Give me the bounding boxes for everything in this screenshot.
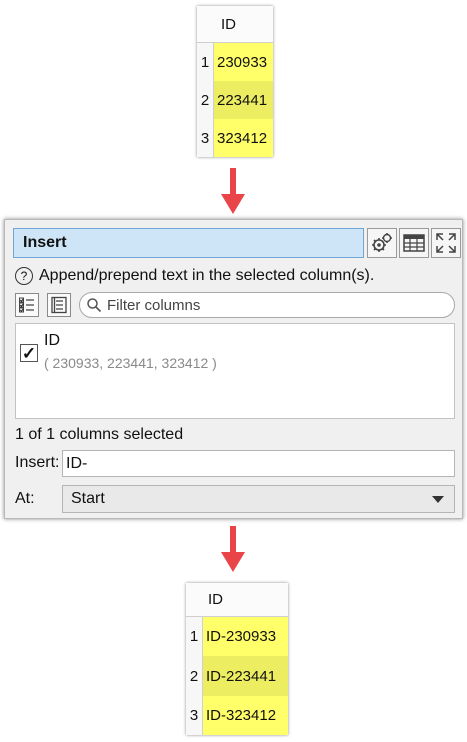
row-number: 2 [189,667,199,685]
at-label: At: [15,490,35,507]
at-selected-value: Start [71,490,105,507]
filter-columns-input[interactable]: Filter columns [79,292,455,318]
maximize-button[interactable] [431,228,461,258]
filter-placeholder: Filter columns [107,296,201,314]
column-sample-values: ( 230933, 223441, 323412 ) [44,355,217,371]
select-all-button[interactable] [15,293,39,317]
settings-button[interactable] [367,228,397,258]
description-text: Append/prepend text in the selected colu… [39,267,375,284]
transform-title[interactable]: Insert [13,228,364,258]
down-arrow-icon [221,168,245,214]
column-header-id: ID [208,591,223,608]
column-list: ✓ ID ( 230933, 223441, 323412 ) [15,323,455,419]
checklist-icon [19,297,34,313]
table-cell: 223441 [214,81,273,119]
output-table: ID 1 ID-230933 2 ID-223441 3 ID-323412 [186,583,288,735]
insert-label: Insert: [15,454,60,471]
row-number: 3 [189,707,199,724]
expand-icon [436,233,456,253]
row-number: 3 [200,129,210,147]
table-cell: ID-323412 [203,696,288,735]
gears-icon [372,233,392,252]
table-cell: ID-230933 [203,617,288,656]
column-header-id: ID [221,15,236,33]
chevron-down-icon [432,496,444,503]
input-table: ID 1 230933 2 223441 3 323412 [197,6,273,157]
table-view-button[interactable] [399,228,429,258]
table-cell: ID-223441 [203,656,288,696]
table-header: ID [197,6,273,43]
help-icon[interactable]: ? [15,267,33,285]
insert-text-field[interactable]: ID- [62,450,455,477]
transform-description: ? Append/prepend text in the selected co… [15,267,374,285]
table-icon [403,234,425,252]
row-number: 1 [200,53,210,71]
selection-count: 1 of 1 columns selected [15,426,184,443]
down-arrow-icon [221,526,245,572]
insert-dialog: Insert ? Append/prepend text in the sele… [4,219,463,519]
table-cell: 230933 [214,43,273,81]
row-number: 1 [189,628,199,645]
at-position-select[interactable]: Start [62,485,455,513]
search-icon [87,298,102,313]
column-name: ID [44,332,60,349]
table-cell: 323412 [214,119,273,157]
list-icon [51,296,67,314]
column-checkbox[interactable]: ✓ [20,344,38,362]
list-view-button[interactable] [47,293,71,317]
table-header: ID [186,583,288,617]
row-number: 2 [200,91,210,109]
